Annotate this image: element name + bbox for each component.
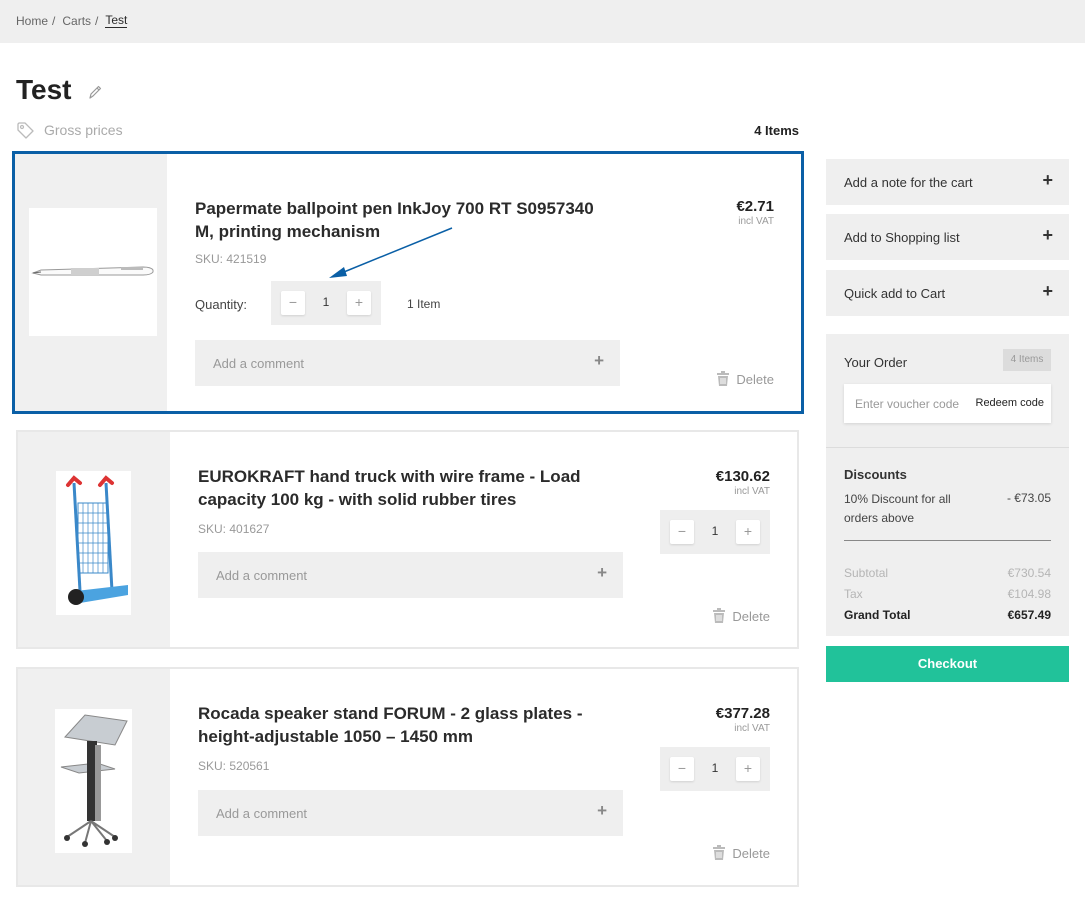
cart-item: Papermate ballpoint pen InkJoy 700 RT S0… <box>12 151 804 414</box>
pen-icon <box>31 266 154 276</box>
order-items-badge: 4 Items <box>1003 349 1051 371</box>
hand-truck-image[interactable] <box>56 471 131 615</box>
quantity-stepper: − 1 + <box>660 510 770 554</box>
item-thumbnail-area <box>18 669 170 885</box>
breadcrumb-separator: / <box>95 14 99 28</box>
item-vat: incl VAT <box>734 723 770 734</box>
add-note-label: Add a note for the cart <box>844 175 973 190</box>
add-note-button[interactable]: Add a note for the cart + <box>826 159 1069 205</box>
plus-icon: + <box>1042 225 1053 245</box>
annotation-arrow-icon <box>329 227 453 278</box>
item-price: €377.28 <box>715 705 770 722</box>
hand-truck-icon <box>65 475 128 605</box>
plus-icon: + <box>597 801 607 820</box>
item-sku: SKU: 421519 <box>195 252 267 266</box>
quick-add-to-cart-button[interactable]: Quick add to Cart + <box>826 270 1069 316</box>
item-thumbnail-area <box>18 432 170 647</box>
checkout-button[interactable]: Checkout <box>826 646 1069 682</box>
breadcrumb-current: Test <box>105 13 128 28</box>
item-price: €2.71 <box>736 198 774 215</box>
breadcrumb-carts[interactable]: Carts <box>62 14 91 28</box>
voucher-input[interactable] <box>844 384 974 423</box>
increase-button[interactable]: + <box>347 291 371 315</box>
add-comment-label: Add a comment <box>213 356 305 371</box>
divider <box>826 447 1069 448</box>
discount-amount: - €73.05 <box>1006 491 1051 505</box>
add-comment-button[interactable]: Add a comment + <box>198 552 623 598</box>
tax-row: Tax €104.98 <box>844 587 1051 601</box>
item-vat: incl VAT <box>738 216 774 227</box>
delete-button[interactable]: Delete <box>712 608 770 624</box>
breadcrumb: Home / Carts / Test <box>16 13 128 28</box>
item-name[interactable]: EUROKRAFT hand truck with wire frame - L… <box>198 465 618 511</box>
page-title: Test <box>16 74 72 105</box>
items-count: 4 Items <box>754 123 799 138</box>
item-sku: SKU: 401627 <box>198 522 270 536</box>
add-to-shopping-list-button[interactable]: Add to Shopping list + <box>826 214 1069 260</box>
quantity-stepper: − 1 + <box>660 747 770 791</box>
cart-item: EUROKRAFT hand truck with wire frame - L… <box>16 430 799 649</box>
price-mode-label: Gross prices <box>44 122 123 138</box>
add-comment-button[interactable]: Add a comment + <box>195 340 620 386</box>
quantity-label: Quantity: <box>195 297 248 312</box>
item-thumbnail-area <box>15 154 167 411</box>
item-name[interactable]: Rocada speaker stand FORUM - 2 glass pla… <box>198 702 618 748</box>
cart-item: Rocada speaker stand FORUM - 2 glass pla… <box>16 667 799 887</box>
discounts-title: Discounts <box>844 467 907 482</box>
delete-label: Delete <box>732 845 770 861</box>
divider <box>844 540 1051 541</box>
breadcrumb-home[interactable]: Home <box>16 14 48 28</box>
trash-icon <box>717 371 730 386</box>
subtotal-row: Subtotal €730.54 <box>844 566 1051 580</box>
plus-icon: + <box>594 351 604 370</box>
plus-icon: + <box>597 563 607 582</box>
add-comment-label: Add a comment <box>216 568 308 583</box>
trash-icon <box>713 845 726 860</box>
trash-icon <box>713 608 726 623</box>
grand-total-label: Grand Total <box>844 608 911 622</box>
item-vat: incl VAT <box>734 486 770 497</box>
delete-button[interactable]: Delete <box>716 371 774 387</box>
subtotal-label: Subtotal <box>844 566 889 580</box>
quantity-items-text: 1 Item <box>407 297 441 311</box>
subtotal-value: €730.54 <box>1007 566 1051 580</box>
breadcrumb-separator: / <box>52 14 56 28</box>
quick-add-label: Quick add to Cart <box>844 286 946 301</box>
discount-description: 10% Discount for all orders above <box>844 492 951 525</box>
increase-button[interactable]: + <box>736 757 760 781</box>
delete-button[interactable]: Delete <box>712 845 770 861</box>
item-sku: SKU: 520561 <box>198 759 270 773</box>
add-comment-button[interactable]: Add a comment + <box>198 790 623 836</box>
order-title: Your Order <box>844 355 908 370</box>
add-to-shopping-list-label: Add to Shopping list <box>844 230 960 245</box>
plus-icon: + <box>1042 170 1053 190</box>
quantity-stepper: − 1 + <box>271 281 381 325</box>
redeem-code-button[interactable]: Redeem code <box>976 397 1045 409</box>
grand-total-row: Grand Total €657.49 <box>844 608 1051 622</box>
price-mode: Gross prices <box>16 121 123 139</box>
voucher-field: Redeem code <box>844 384 1051 423</box>
tag-icon <box>17 122 34 139</box>
pen-image[interactable] <box>29 208 157 336</box>
breadcrumb-bar: Home / Carts / Test <box>0 0 1085 43</box>
pencil-icon[interactable] <box>86 83 104 101</box>
increase-button[interactable]: + <box>736 520 760 544</box>
speaker-stand-image[interactable] <box>55 709 132 853</box>
speaker-stand-icon <box>60 714 128 847</box>
plus-icon: + <box>1042 281 1053 301</box>
delete-label: Delete <box>736 371 774 387</box>
tax-value: €104.98 <box>1007 587 1051 601</box>
order-summary: Your Order 4 Items Redeem code Discounts… <box>826 334 1069 636</box>
add-comment-label: Add a comment <box>216 806 308 821</box>
grand-total-value: €657.49 <box>1007 608 1051 622</box>
item-price: €130.62 <box>715 468 770 485</box>
tax-label: Tax <box>844 587 863 601</box>
delete-label: Delete <box>732 608 770 624</box>
